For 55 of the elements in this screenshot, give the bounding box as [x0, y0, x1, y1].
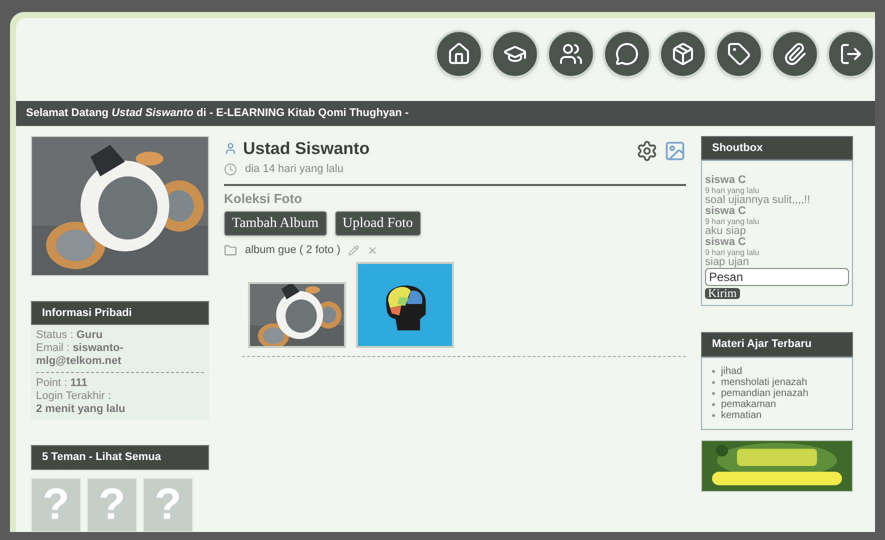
nav-button[interactable]	[715, 30, 763, 78]
message-time: 9 hari yang lalu	[705, 186, 760, 195]
users-icon	[559, 42, 583, 66]
folder-icon	[224, 244, 237, 257]
panel-header: Informasi Pribadi	[31, 300, 209, 325]
message-user: siswa C	[705, 175, 747, 186]
settings-icon[interactable]	[636, 140, 658, 162]
message-time: 9 hari yang lalu	[705, 248, 760, 257]
bullet-icon	[712, 414, 715, 416]
gallery-button[interactable]: Tambah Album	[224, 211, 327, 236]
nav-button[interactable]	[491, 30, 539, 78]
nav-button[interactable]	[659, 30, 707, 78]
bullet-icon	[712, 392, 715, 394]
nav-button[interactable]	[603, 30, 651, 78]
paperclip-icon	[783, 42, 807, 66]
user-icon	[224, 142, 237, 155]
nav-button[interactable]	[547, 30, 595, 78]
album-name[interactable]: album gue ( 2 foto )	[245, 242, 340, 258]
send-button[interactable]: Kirim	[705, 288, 740, 299]
box-icon	[671, 42, 695, 66]
panel-header: 5 Teman - Lihat Semua	[31, 445, 209, 470]
panel-header: Materi Ajar Terbaru	[701, 332, 853, 356]
welcome-bar: Selamat Datang Ustad Siswanto di - E-LEARNING Kitab Qomi Thughyan -	[16, 101, 875, 126]
materi-link[interactable]: pemakaman	[721, 398, 776, 410]
tag-icon	[727, 42, 751, 66]
exit-icon	[839, 42, 863, 66]
clock-icon	[224, 162, 237, 176]
nav-button[interactable]	[827, 30, 875, 78]
message-text: soal ujiannya sulit,,,,!!	[705, 195, 812, 206]
message-user: siswa C	[705, 206, 746, 217]
nav-button[interactable]	[771, 30, 819, 78]
info-text: Point : 111	[36, 377, 88, 390]
profile-name: Ustad Siswanto	[243, 138, 370, 160]
materi-link[interactable]: pemandian jenazah	[721, 388, 808, 398]
section-title: Koleksi Foto	[224, 190, 304, 208]
info-text: Email : siswanto-mlg@telkom.net	[36, 342, 124, 368]
profile-time: dia 14 hari yang lalu	[245, 162, 344, 177]
info-text: Status : Guru	[36, 329, 104, 342]
message-user: siswa C	[705, 237, 747, 248]
message-text: siap ujan	[705, 257, 750, 268]
bullet-icon	[712, 402, 715, 406]
materi-link[interactable]: jihad	[721, 366, 742, 376]
message-field[interactable]: Pesan	[705, 268, 849, 286]
materi-link[interactable]: kematian	[721, 410, 762, 420]
bullet-icon	[712, 380, 715, 384]
panel-header: Shoutbox	[701, 136, 853, 160]
message-time: 9 hari yang lalu	[705, 217, 760, 226]
bullet-icon	[712, 370, 715, 372]
materi-link[interactable]: mensholati jenazah	[721, 376, 808, 388]
speech-bubble-icon	[615, 42, 639, 66]
nav-button[interactable]	[435, 30, 483, 78]
gallery-button[interactable]: Upload Foto	[334, 211, 421, 236]
home-icon	[447, 42, 471, 66]
message-text: aku siap	[705, 226, 747, 237]
info-text: Login Terakhir : 2 menit yang lalu	[36, 390, 126, 416]
